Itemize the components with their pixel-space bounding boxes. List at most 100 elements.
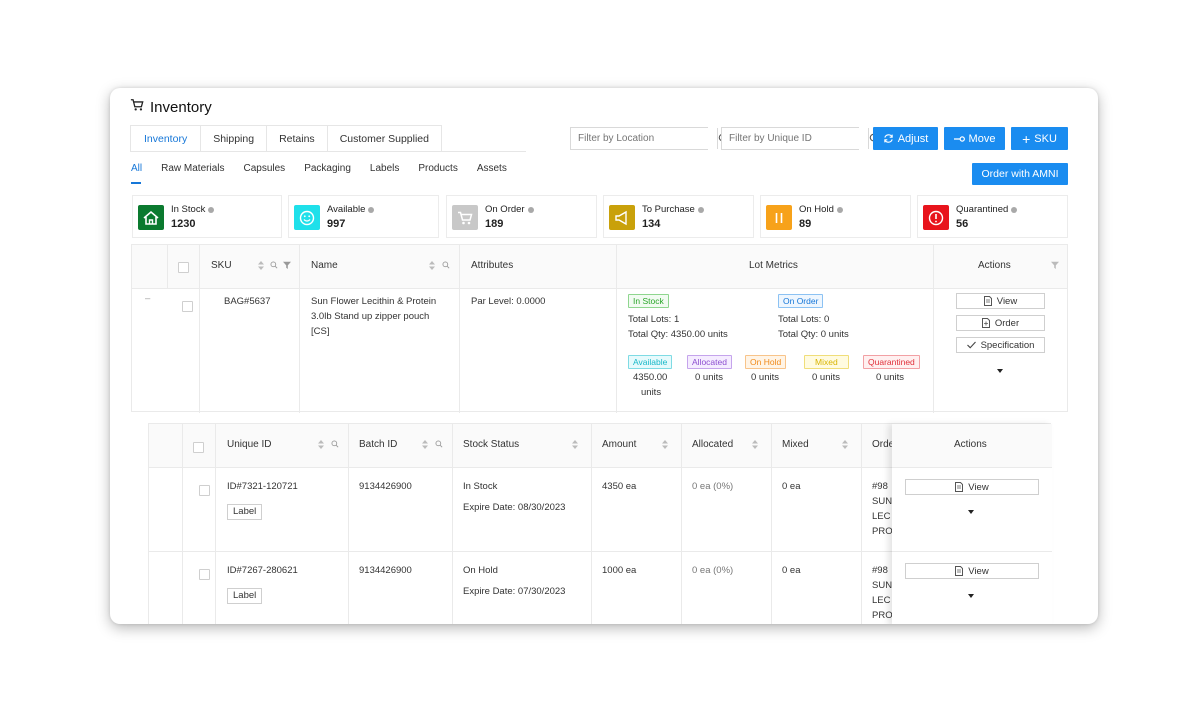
category-all[interactable]: All: [131, 162, 142, 176]
batch-id-value: 9134426900: [359, 565, 412, 576]
house-icon: [138, 205, 164, 230]
search-icon[interactable]: [331, 440, 339, 448]
sort-icon[interactable]: [842, 440, 848, 449]
add-sku-button[interactable]: + SKU: [1011, 127, 1068, 150]
lot-actions-header: Actions: [954, 439, 987, 450]
stat-available[interactable]: Available 997: [288, 195, 439, 238]
quarantined-value: 0 units: [876, 372, 904, 383]
stat-value: 189: [485, 218, 504, 230]
smile-icon: [294, 205, 320, 230]
view-lot-button[interactable]: View: [905, 563, 1039, 579]
order-value-line: #98: [872, 481, 888, 492]
allocated-value: 0 ea (0%): [692, 481, 734, 492]
stat-quarantined[interactable]: Quarantined 56: [917, 195, 1068, 238]
sort-icon[interactable]: [572, 440, 578, 449]
mixed-value: 0 ea: [782, 481, 801, 492]
order-label: Order: [994, 317, 1020, 329]
specification-button[interactable]: Specification: [956, 337, 1045, 353]
more-actions-caret[interactable]: [997, 369, 1003, 373]
select-all-lots-checkbox[interactable]: [193, 442, 204, 453]
info-icon: [697, 206, 704, 213]
label-button[interactable]: Label: [227, 504, 263, 520]
stat-on-hold[interactable]: On Hold 89: [760, 195, 911, 238]
more-actions-caret[interactable]: [968, 594, 974, 598]
batch-id-header: Batch ID: [359, 439, 398, 450]
sort-icon[interactable]: [429, 261, 435, 270]
more-actions-caret[interactable]: [968, 510, 974, 514]
category-assets[interactable]: Assets: [477, 162, 507, 176]
order-value-line: PRO: [872, 526, 893, 537]
view-lot-button[interactable]: View: [905, 479, 1039, 495]
document-icon: [983, 296, 992, 306]
lot-row-checkbox[interactable]: [199, 485, 210, 496]
info-icon: [527, 206, 534, 213]
category-products[interactable]: Products: [418, 162, 457, 176]
move-label: Move: [968, 132, 996, 145]
sort-icon[interactable]: [422, 440, 428, 449]
amount-value: 4350 ea: [602, 481, 637, 492]
unique-id-filter: [721, 127, 880, 150]
batch-id-value: 9134426900: [359, 481, 412, 492]
on-order-tag: On Order: [778, 294, 824, 308]
view-sku-button[interactable]: View: [956, 293, 1045, 309]
filter-icon[interactable]: [283, 261, 291, 269]
quarantined-tag: Quarantined: [863, 355, 920, 369]
document-icon: [955, 566, 964, 576]
lot-row-checkbox[interactable]: [199, 569, 210, 580]
order-sku-button[interactable]: Order: [956, 315, 1045, 331]
mixed-tag: Mixed: [804, 355, 849, 369]
filter-icon[interactable]: [1051, 261, 1059, 269]
order-value-line: SUN: [872, 580, 893, 591]
expire-date: Expire Date: 08/30/2023: [463, 502, 566, 513]
unique-id-filter-input[interactable]: [722, 128, 868, 149]
sku-header: SKU: [211, 260, 232, 271]
sort-icon[interactable]: [662, 440, 668, 449]
lot-table: Unique ID Batch ID Stock Status Amount A…: [148, 423, 1052, 624]
adjust-button[interactable]: Adjust: [873, 127, 938, 150]
mixed-value: 0 ea: [782, 565, 801, 576]
info-icon: [368, 206, 375, 213]
category-capsules[interactable]: Capsules: [243, 162, 285, 176]
order-with-amni-button[interactable]: Order with AMNI: [972, 163, 1068, 185]
allocated-tag: Allocated: [687, 355, 732, 369]
category-active-indicator: [131, 182, 141, 184]
order-header: Orde: [872, 439, 895, 450]
order-value-line: LEC: [872, 511, 891, 522]
label-button[interactable]: Label: [227, 588, 263, 604]
category-labels[interactable]: Labels: [370, 162, 399, 176]
stat-on-order[interactable]: On Order 189: [446, 195, 597, 238]
page-title-text: Inventory: [150, 98, 212, 116]
stat-label: In Stock: [171, 204, 206, 215]
location-filter-input[interactable]: [571, 128, 717, 149]
tab-inventory[interactable]: Inventory: [130, 125, 202, 152]
stat-value: 1230: [171, 218, 196, 230]
stat-value: 56: [956, 218, 969, 230]
order-value-line: PRO: [872, 610, 893, 621]
stat-value: 997: [327, 218, 346, 230]
row-checkbox[interactable]: [182, 301, 193, 312]
tab-customer-supplied[interactable]: Customer Supplied: [327, 125, 442, 152]
category-raw-materials[interactable]: Raw Materials: [161, 162, 224, 176]
select-all-checkbox[interactable]: [178, 262, 189, 273]
actions-header: Actions: [978, 260, 1011, 271]
category-packaging[interactable]: Packaging: [304, 162, 351, 176]
tab-retains[interactable]: Retains: [267, 125, 328, 152]
move-button[interactable]: Move: [944, 127, 1005, 150]
tab-bar: Inventory Shipping Retains Customer Supp…: [130, 125, 442, 152]
sku-label: SKU: [1034, 132, 1057, 145]
on-hold-tag: On Hold: [745, 355, 787, 369]
sort-icon[interactable]: [752, 440, 758, 449]
search-icon[interactable]: [435, 440, 443, 448]
tab-shipping[interactable]: Shipping: [201, 125, 268, 152]
stat-to-purchase[interactable]: To Purchase 134: [603, 195, 754, 238]
sort-icon[interactable]: [318, 440, 324, 449]
collapse-toggle[interactable]: –: [145, 291, 150, 306]
search-icon[interactable]: [270, 261, 278, 269]
sort-icon[interactable]: [258, 261, 264, 270]
plus-icon: +: [1022, 130, 1031, 147]
search-icon[interactable]: [442, 261, 450, 269]
stat-label: To Purchase: [642, 204, 695, 215]
stat-in-stock[interactable]: In Stock 1230: [132, 195, 282, 238]
view-label: View: [968, 565, 989, 577]
sku-table: SKU Name Attributes Lot Metrics Actions …: [131, 244, 1068, 413]
